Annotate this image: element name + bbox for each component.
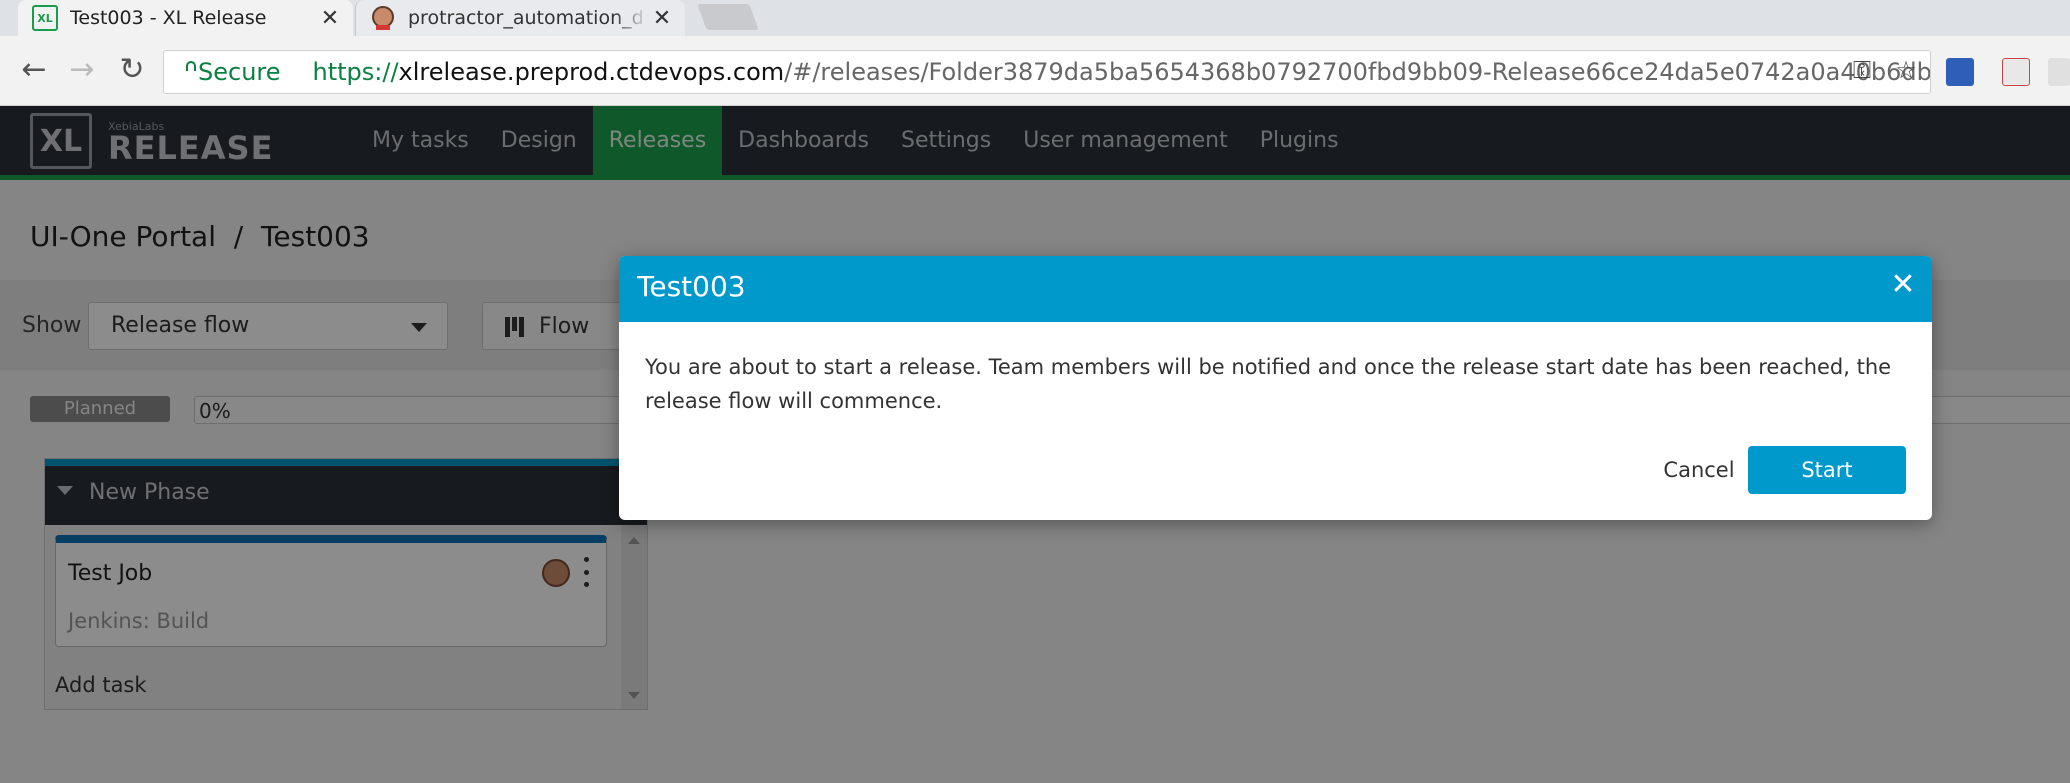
new-tab-button[interactable] [697, 4, 759, 30]
start-release-dialog: Test003 ✕ You are about to start a relea… [619, 256, 1932, 520]
star-icon[interactable]: ☆ [1888, 50, 1924, 90]
back-arrow-icon[interactable]: ← [14, 50, 54, 90]
url-scheme: https:// [312, 58, 399, 86]
close-icon[interactable]: ✕ [1888, 270, 1918, 300]
url-path: /#/releases/Folder3879da5ba5654368b07927… [784, 58, 1931, 86]
tab-title: protractor_automation_d [408, 7, 644, 29]
key-icon[interactable]: ⚿ [1844, 50, 1880, 90]
extension-icon[interactable] [2048, 58, 2070, 86]
browser-tab-bar: XL Test003 - XL Release ✕ protractor_aut… [0, 0, 2070, 36]
url-input[interactable]: Secure https:// xlrelease.preprod.ctdevo… [163, 50, 1931, 94]
xl-release-favicon-icon: XL [32, 5, 58, 31]
browser-address-bar: ← → ↻ Secure https:// xlrelease.preprod.… [0, 36, 2070, 106]
start-button[interactable]: Start [1748, 446, 1906, 494]
close-tab-icon[interactable]: ✕ [317, 6, 343, 31]
secure-label: Secure [198, 58, 281, 86]
extension-icon[interactable] [2002, 58, 2030, 86]
dialog-title: Test003 [637, 270, 746, 303]
browser-tab-inactive[interactable]: protractor_automation_d ✕ [355, 0, 685, 36]
url-host: xlrelease.preprod.ctdevops.com [398, 58, 785, 86]
tab-title: Test003 - XL Release [70, 7, 267, 29]
browser-tab-active[interactable]: XL Test003 - XL Release ✕ [18, 0, 353, 36]
dialog-message: You are about to start a release. Team m… [645, 355, 1892, 413]
dialog-header: Test003 ✕ [619, 256, 1932, 322]
reload-icon[interactable]: ↻ [112, 50, 152, 90]
forward-arrow-icon[interactable]: → [62, 50, 102, 90]
cancel-button[interactable]: Cancel [1641, 446, 1757, 494]
close-tab-icon[interactable]: ✕ [649, 6, 675, 31]
extension-icon[interactable] [1946, 58, 1974, 86]
jenkins-favicon-icon [370, 5, 396, 31]
